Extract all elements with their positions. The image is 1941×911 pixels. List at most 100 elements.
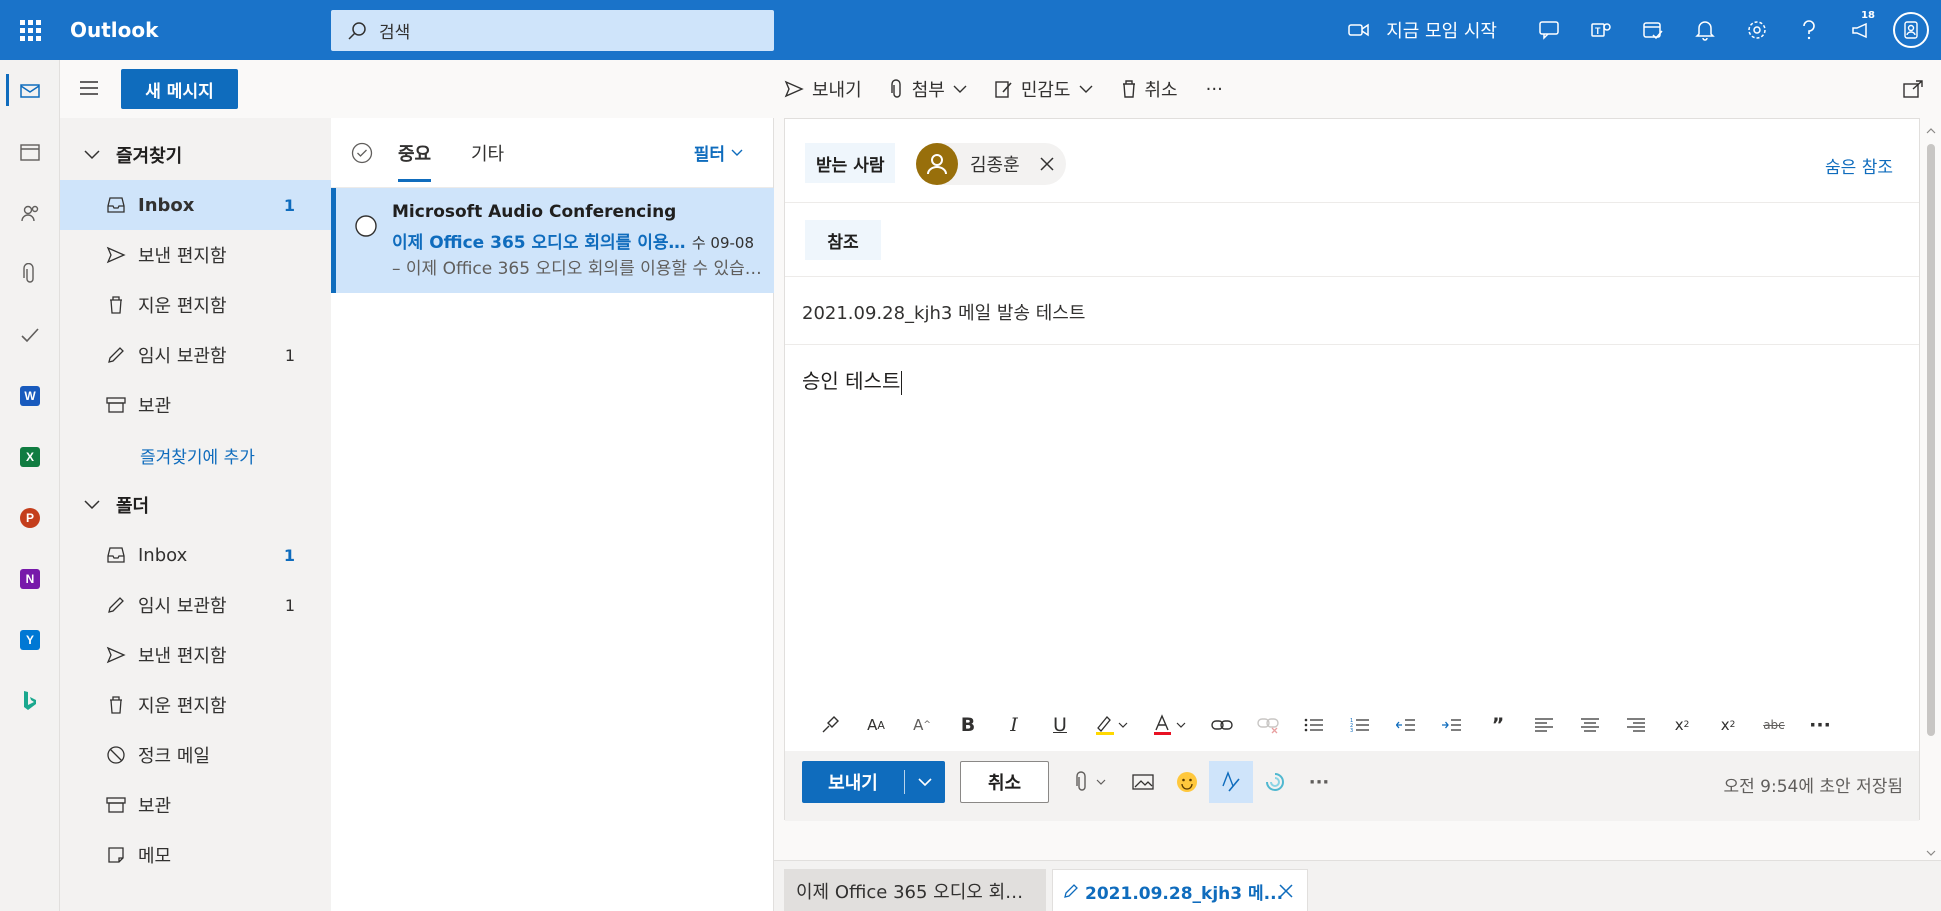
- folder-item-inbox[interactable]: Inbox 1: [60, 530, 331, 580]
- select-all-icon[interactable]: [351, 142, 373, 168]
- chevron-down-icon: [953, 85, 967, 93]
- emoji-button[interactable]: [1165, 761, 1209, 803]
- settings-button[interactable]: [1731, 0, 1783, 60]
- favorites-title: 즐겨찾기: [116, 146, 183, 167]
- meet-now-button[interactable]: 지금 모임 시작: [1348, 17, 1497, 43]
- more-formatting-button[interactable]: ···: [1797, 705, 1843, 745]
- favorites-item-inbox[interactable]: Inbox 1: [60, 180, 331, 230]
- insert-link-button[interactable]: [1199, 705, 1245, 745]
- decrease-indent-button[interactable]: [1383, 705, 1429, 745]
- app-launcher-icon[interactable]: [0, 0, 60, 60]
- favorites-header[interactable]: 즐겨찾기: [60, 130, 331, 180]
- send-button[interactable]: 보내기: [802, 761, 945, 803]
- message-list-item[interactable]: Microsoft Audio Conferencing 이제 Office 3…: [331, 188, 774, 293]
- more-commands-button[interactable]: ···: [1206, 79, 1223, 100]
- folder-item-deleted[interactable]: 지운 편지함: [60, 680, 331, 730]
- discard-button[interactable]: 취소: [960, 761, 1049, 803]
- teams-chat-button[interactable]: [1523, 0, 1575, 60]
- sensitivity-command[interactable]: 민감도: [995, 76, 1093, 102]
- favorites-item-drafts[interactable]: 임시 보관함 1: [60, 330, 331, 380]
- highlight-button[interactable]: [1083, 705, 1141, 745]
- quote-button[interactable]: ”: [1475, 705, 1521, 745]
- new-message-button[interactable]: 새 메시지: [121, 69, 238, 109]
- grow-font-button[interactable]: A ^: [899, 705, 945, 745]
- search-input[interactable]: 검색: [331, 10, 774, 51]
- to-button[interactable]: 받는 사람: [805, 143, 896, 183]
- subscript-button[interactable]: x2: [1705, 705, 1751, 745]
- loop-button[interactable]: [1253, 761, 1297, 803]
- teams-button[interactable]: T: [1575, 0, 1627, 60]
- favorites-item-sent[interactable]: 보낸 편지함: [60, 230, 331, 280]
- help-button[interactable]: [1783, 0, 1835, 60]
- italic-button[interactable]: I: [991, 705, 1037, 745]
- insert-picture-button[interactable]: [1121, 761, 1165, 803]
- open-item-tab-draft[interactable]: 2021.09.28_kjh3 메...: [1052, 869, 1308, 911]
- rail-word[interactable]: W: [0, 365, 60, 426]
- rail-mail[interactable]: [0, 60, 60, 121]
- discard-command[interactable]: 취소: [1121, 76, 1178, 102]
- editor-icon: [1222, 771, 1240, 792]
- filter-button[interactable]: 필터: [694, 140, 743, 165]
- superscript-button[interactable]: x2: [1659, 705, 1705, 745]
- increase-indent-button[interactable]: [1429, 705, 1475, 745]
- menu-toggle-button[interactable]: [80, 80, 98, 99]
- underline-button[interactable]: U: [1037, 705, 1083, 745]
- bcc-link[interactable]: 숨은 참조: [1825, 153, 1893, 178]
- message-preview: – 이제 Office 365 오디오 회의를 이용할 수 있습니다: [392, 259, 762, 279]
- scrollbar-thumb[interactable]: [1927, 144, 1935, 736]
- remove-link-button[interactable]: [1245, 705, 1291, 745]
- subject-field[interactable]: 2021.09.28_kjh3 메일 발송 테스트: [785, 277, 1919, 345]
- send-options-button[interactable]: [905, 777, 945, 787]
- close-icon[interactable]: [1279, 884, 1293, 898]
- tab-other[interactable]: 기타: [471, 140, 504, 166]
- recipient-chip[interactable]: 김종훈: [916, 143, 1066, 185]
- close-icon[interactable]: [1040, 157, 1054, 171]
- open-item-tab-message[interactable]: 이제 Office 365 오디오 회의를 이용할 수 있습니다: [784, 869, 1046, 911]
- whats-new-button[interactable]: 18: [1835, 0, 1887, 60]
- account-avatar[interactable]: [1893, 12, 1929, 48]
- rail-todo[interactable]: [0, 304, 60, 365]
- rail-files[interactable]: [0, 243, 60, 304]
- rail-onenote[interactable]: N: [0, 548, 60, 609]
- numbering-button[interactable]: 123: [1337, 705, 1383, 745]
- folder-item-notes[interactable]: 메모: [60, 830, 331, 880]
- add-favorite-link[interactable]: 즐겨찾기에 추가: [60, 430, 331, 480]
- attach-command[interactable]: 첨부: [890, 76, 967, 102]
- bullets-button[interactable]: [1291, 705, 1337, 745]
- rail-calendar[interactable]: [0, 121, 60, 182]
- rail-powerpoint[interactable]: P: [0, 487, 60, 548]
- editor-button[interactable]: [1209, 761, 1253, 803]
- folders-header[interactable]: 폴더: [60, 480, 331, 530]
- rail-people[interactable]: [0, 182, 60, 243]
- people-icon: [21, 205, 39, 221]
- folder-item-junk[interactable]: 정크 메일: [60, 730, 331, 780]
- popout-button[interactable]: [1903, 80, 1923, 102]
- send-command[interactable]: 보내기: [784, 76, 862, 102]
- rail-yammer[interactable]: Y: [0, 609, 60, 670]
- message-body[interactable]: 승인 테스트: [802, 365, 903, 395]
- notifications-button[interactable]: [1679, 0, 1731, 60]
- rail-excel[interactable]: X: [0, 426, 60, 487]
- tab-focused[interactable]: 중요: [398, 140, 432, 182]
- align-left-button[interactable]: [1521, 705, 1567, 745]
- strikethrough-button[interactable]: abc: [1751, 705, 1797, 745]
- favorites-item-archive[interactable]: 보관: [60, 380, 331, 430]
- bold-button[interactable]: B: [945, 705, 991, 745]
- folder-item-sent[interactable]: 보낸 편지함: [60, 630, 331, 680]
- attach-file-button[interactable]: [1065, 761, 1121, 803]
- compose-scrollbar[interactable]: [1923, 118, 1941, 858]
- favorites-item-deleted[interactable]: 지운 편지함: [60, 280, 331, 330]
- app-title[interactable]: Outlook: [70, 18, 330, 42]
- folder-item-archive[interactable]: 보관: [60, 780, 331, 830]
- message-select-icon[interactable]: [354, 214, 378, 242]
- align-right-button[interactable]: [1613, 705, 1659, 745]
- font-color-button[interactable]: [1141, 705, 1199, 745]
- folder-item-drafts[interactable]: 임시 보관함 1: [60, 580, 331, 630]
- more-options-button[interactable]: ···: [1297, 761, 1341, 803]
- align-center-button[interactable]: [1567, 705, 1613, 745]
- format-painter-button[interactable]: [807, 705, 853, 745]
- font-size-button[interactable]: AA: [853, 705, 899, 745]
- my-day-button[interactable]: [1627, 0, 1679, 60]
- cc-button[interactable]: 참조: [805, 220, 881, 260]
- rail-bing[interactable]: [0, 670, 60, 731]
